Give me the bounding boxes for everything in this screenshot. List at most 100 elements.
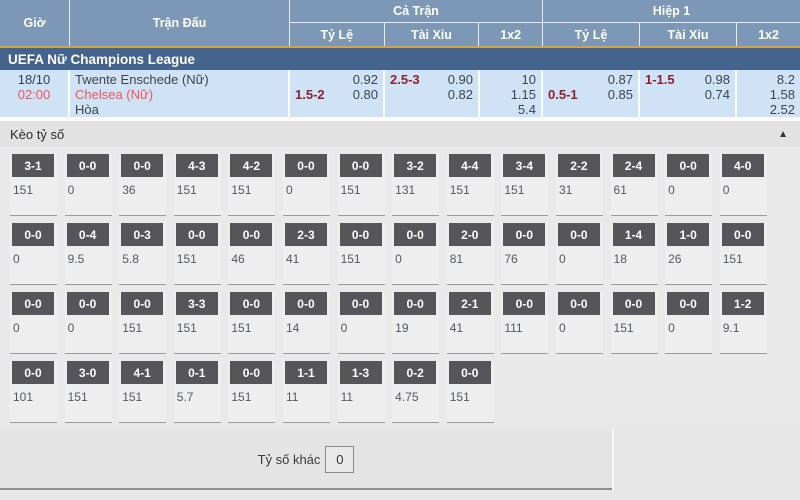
score-odds: 0 [392, 252, 439, 266]
score-label: 0-0 [12, 223, 54, 246]
score-cell[interactable]: 0-0151 [447, 361, 494, 423]
score-label: 0-0 [340, 292, 382, 315]
score-cell[interactable]: 0-00 [556, 223, 603, 285]
half-over-odds[interactable]: 0.98 [705, 72, 730, 87]
score-section-header[interactable]: Kèo tỷ số ▲ [0, 121, 800, 147]
collapse-arrow-icon[interactable]: ▲ [778, 129, 788, 140]
away-team[interactable]: Chelsea (Nữ) [75, 87, 283, 102]
col-header-half-ratio: Tỷ Lệ [543, 23, 640, 46]
score-label: 3-2 [394, 154, 436, 177]
score-cell[interactable]: 4-3151 [174, 154, 221, 216]
half-hdp-away-odds[interactable]: 0.85 [608, 87, 633, 102]
score-label: 0-0 [722, 223, 764, 246]
score-cell[interactable]: 0-0151 [611, 292, 658, 354]
score-cell[interactable]: 0-046 [228, 223, 275, 285]
full-ou-line: 2.5-3 [390, 72, 420, 87]
score-odds: 0 [283, 183, 330, 197]
score-cell[interactable]: 0-076 [501, 223, 548, 285]
score-label: 1-0 [667, 223, 709, 246]
score-odds: 11 [338, 390, 385, 404]
score-cell[interactable]: 1-111 [283, 361, 330, 423]
draw-label[interactable]: Hòa [75, 102, 283, 117]
full-1x2-away-odds[interactable]: 1.15 [511, 87, 536, 102]
score-cell[interactable]: 4-00 [720, 154, 767, 216]
full-hdp-home-odds[interactable]: 0.92 [353, 72, 378, 87]
score-label: 3-1 [12, 154, 54, 177]
score-cell[interactable]: 2-461 [611, 154, 658, 216]
score-cell[interactable]: 0-0151 [174, 223, 221, 285]
score-cell[interactable]: 0-0151 [338, 154, 385, 216]
half-under-odds[interactable]: 0.74 [705, 87, 730, 102]
full-handicap-cell: 0.92 1.5-2 0.80 [290, 70, 385, 117]
score-label: 0-0 [67, 292, 109, 315]
score-cell[interactable]: 0-00 [665, 292, 712, 354]
score-cell[interactable]: 0-0151 [338, 223, 385, 285]
score-cell[interactable]: 0-019 [392, 292, 439, 354]
score-cell[interactable]: 3-2131 [392, 154, 439, 216]
other-score-value[interactable]: 0 [325, 446, 354, 473]
score-odds: 9.1 [720, 321, 767, 335]
score-cell[interactable]: 2-231 [556, 154, 603, 216]
score-cell[interactable]: 0-00 [65, 154, 112, 216]
score-odds: 151 [447, 183, 494, 197]
full-1x2-draw-odds[interactable]: 5.4 [518, 102, 536, 117]
score-label: 0-0 [667, 292, 709, 315]
score-cell[interactable]: 0-35.8 [119, 223, 166, 285]
home-team[interactable]: Twente Enschede (Nữ) [75, 72, 283, 87]
other-score-label: Tỷ số khác [258, 452, 321, 467]
score-cell[interactable]: 2-141 [447, 292, 494, 354]
score-label: 0-0 [558, 223, 600, 246]
score-cell[interactable]: 0-0151 [720, 223, 767, 285]
score-cell[interactable]: 0-0151 [228, 292, 275, 354]
score-cell[interactable]: 0-00 [556, 292, 603, 354]
score-cell[interactable]: 0-0151 [228, 361, 275, 423]
score-cell[interactable]: 0-49.5 [65, 223, 112, 285]
score-label: 0-0 [121, 154, 163, 177]
score-odds: 41 [447, 321, 494, 335]
score-cell[interactable]: 4-2151 [228, 154, 275, 216]
half-1x2-draw-odds[interactable]: 2.52 [770, 102, 795, 117]
score-cell[interactable]: 0-24.75 [392, 361, 439, 423]
score-cell[interactable]: 0-0151 [119, 292, 166, 354]
full-hdp-line: 1.5-2 [295, 87, 325, 102]
score-cell[interactable]: 2-081 [447, 223, 494, 285]
full-hdp-away-odds[interactable]: 0.80 [353, 87, 378, 102]
score-cell[interactable]: 1-311 [338, 361, 385, 423]
score-cell[interactable]: 1-29.1 [720, 292, 767, 354]
score-cell[interactable]: 0-0101 [10, 361, 57, 423]
score-cell[interactable]: 0-00 [392, 223, 439, 285]
score-cell[interactable]: 0-00 [10, 292, 57, 354]
score-cell[interactable]: 0-0111 [501, 292, 548, 354]
score-cell[interactable]: 4-1151 [119, 361, 166, 423]
score-grid: 3-11510-000-0364-31514-21510-000-01513-2… [0, 147, 800, 423]
score-cell[interactable]: 3-4151 [501, 154, 548, 216]
score-cell[interactable]: 3-3151 [174, 292, 221, 354]
score-label: 3-4 [503, 154, 545, 177]
full-under-odds[interactable]: 0.82 [448, 87, 473, 102]
score-cell[interactable]: 3-0151 [65, 361, 112, 423]
score-cell[interactable]: 3-1151 [10, 154, 57, 216]
full-over-odds[interactable]: 0.90 [448, 72, 473, 87]
score-cell[interactable]: 1-418 [611, 223, 658, 285]
score-cell[interactable]: 0-036 [119, 154, 166, 216]
score-cell[interactable]: 0-15.7 [174, 361, 221, 423]
score-cell[interactable]: 0-00 [65, 292, 112, 354]
score-cell[interactable]: 0-00 [10, 223, 57, 285]
match-time: 02:00 [5, 87, 63, 102]
score-cell[interactable]: 4-4151 [447, 154, 494, 216]
match-date: 18/10 [5, 72, 63, 87]
score-cell[interactable]: 0-00 [283, 154, 330, 216]
score-label: 2-3 [285, 223, 327, 246]
score-label: 1-2 [722, 292, 764, 315]
half-1x2-cell: 8.2 1.58 2.52 [737, 70, 800, 117]
score-cell[interactable]: 0-014 [283, 292, 330, 354]
score-cell[interactable]: 1-026 [665, 223, 712, 285]
half-hdp-home-odds[interactable]: 0.87 [608, 72, 633, 87]
full-1x2-home-odds[interactable]: 10 [522, 72, 536, 87]
score-label: 3-0 [67, 361, 109, 384]
half-1x2-home-odds[interactable]: 8.2 [777, 72, 795, 87]
score-cell[interactable]: 0-00 [665, 154, 712, 216]
score-cell[interactable]: 2-341 [283, 223, 330, 285]
half-1x2-away-odds[interactable]: 1.58 [770, 87, 795, 102]
score-cell[interactable]: 0-00 [338, 292, 385, 354]
